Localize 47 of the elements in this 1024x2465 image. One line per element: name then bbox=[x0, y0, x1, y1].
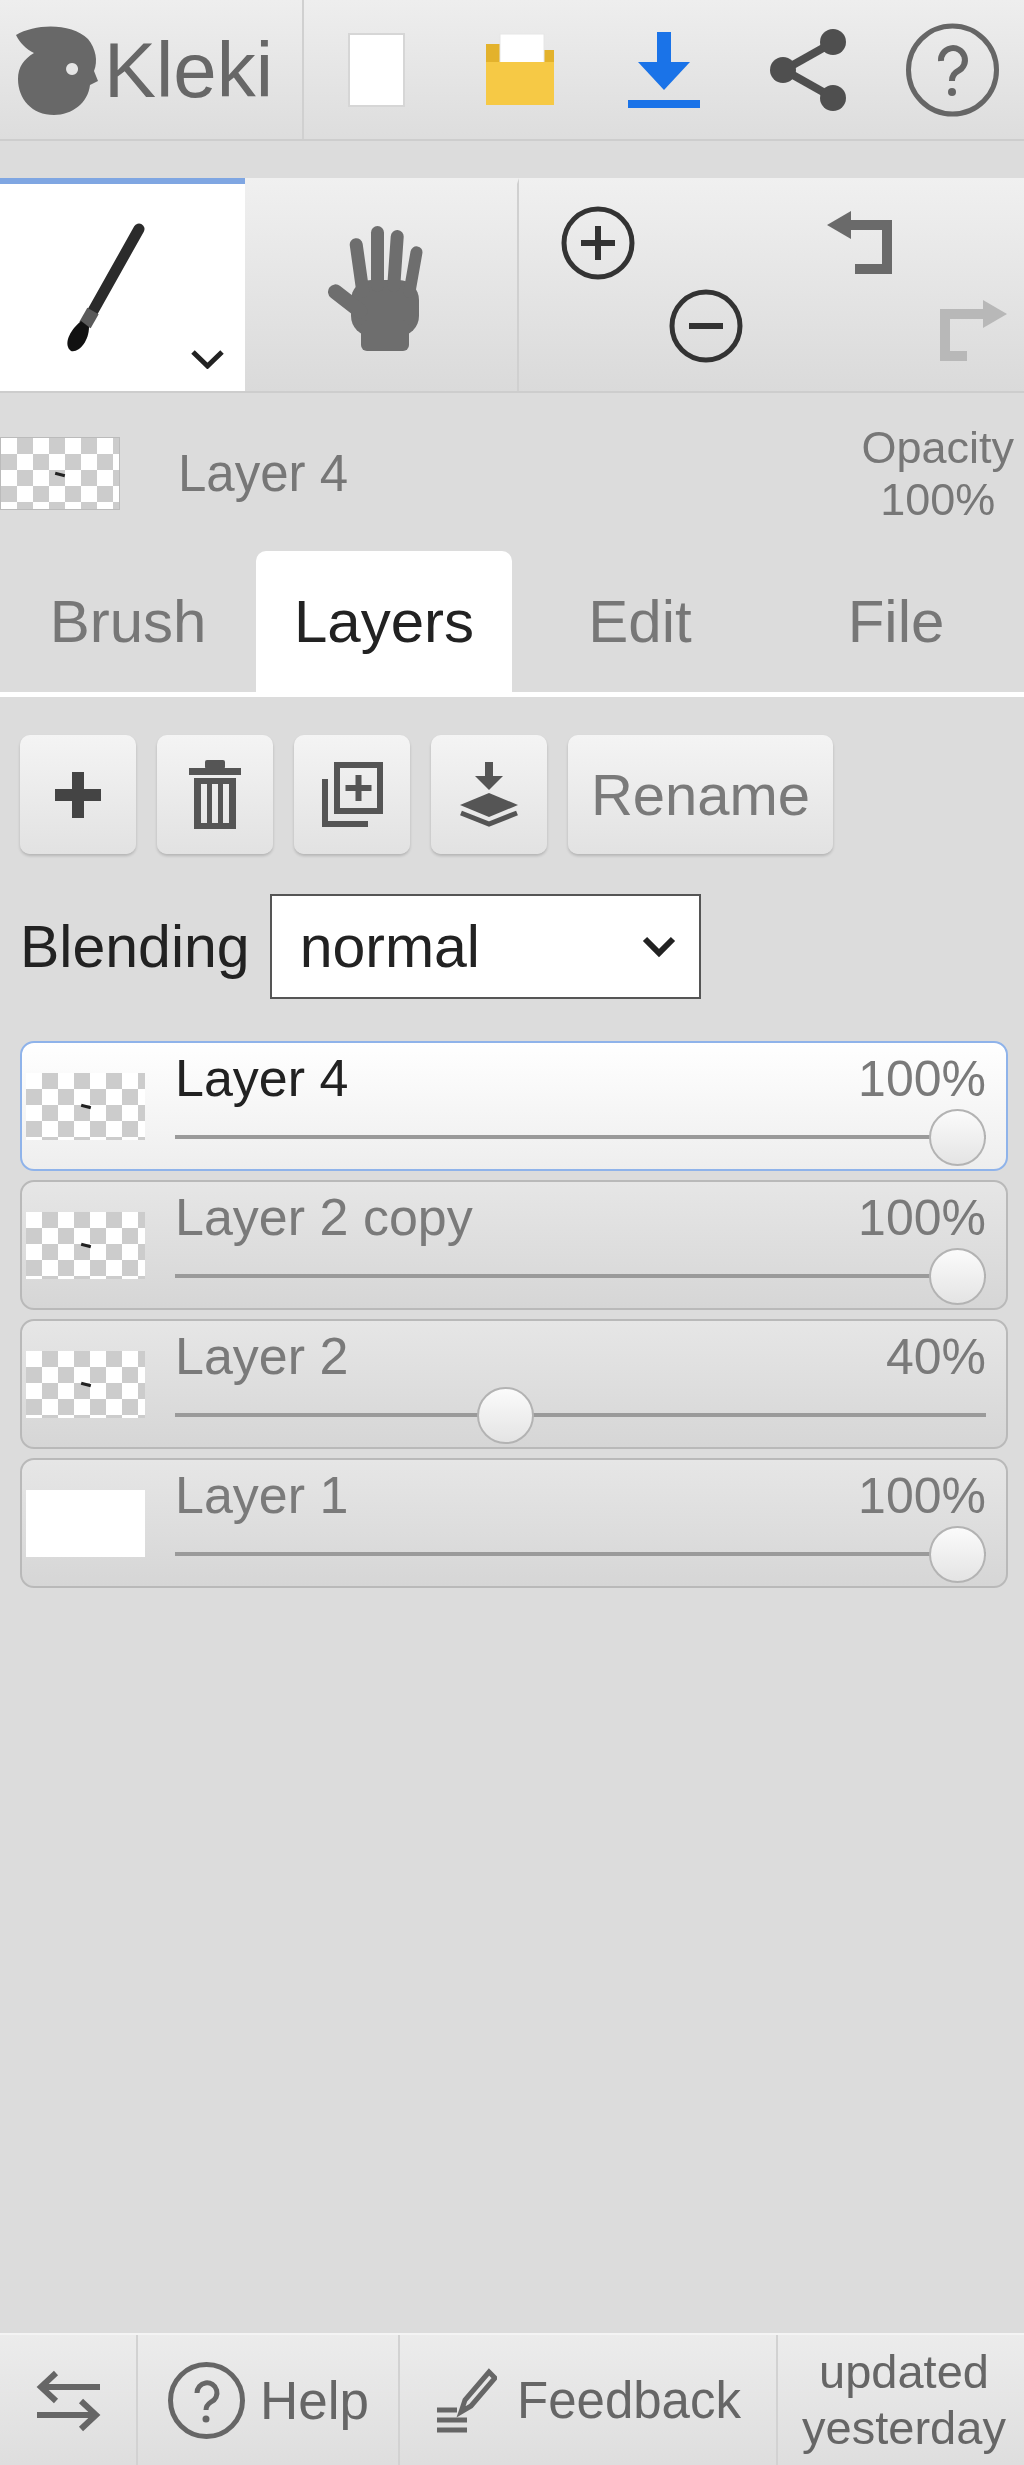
app-name: Kleki bbox=[104, 30, 274, 109]
help-icon[interactable] bbox=[904, 22, 1000, 117]
opacity-value: 100% bbox=[858, 1466, 986, 1526]
layer-name: Layer 4 bbox=[178, 444, 349, 503]
layer-name: Layer 2 bbox=[175, 1325, 349, 1387]
chevron-down-icon bbox=[640, 935, 677, 958]
blending-dropdown[interactable]: normal bbox=[269, 894, 701, 999]
layer-name: Layer 1 bbox=[175, 1464, 349, 1526]
duplicate-layer-button[interactable] bbox=[294, 735, 410, 854]
share-icon[interactable] bbox=[769, 28, 847, 111]
merge-layer-button[interactable] bbox=[431, 735, 547, 854]
tab[interactable]: Layers bbox=[256, 551, 512, 692]
tab[interactable]: Edit bbox=[512, 551, 768, 692]
zoom-out-icon[interactable] bbox=[667, 289, 745, 363]
download-icon[interactable] bbox=[628, 31, 700, 108]
slider-thumb[interactable] bbox=[929, 1108, 986, 1166]
opacity-value: 100% bbox=[858, 1188, 986, 1248]
opacity-value: 100% bbox=[880, 473, 996, 526]
help-button[interactable]: Help bbox=[138, 2335, 400, 2465]
brush-tool-button[interactable] bbox=[0, 178, 245, 391]
slider-thumb[interactable] bbox=[929, 1525, 986, 1583]
trash-icon bbox=[189, 760, 241, 829]
caret-icon bbox=[190, 349, 225, 369]
layer-item[interactable]: Layer 4 100% bbox=[20, 1041, 1008, 1171]
delete-layer-button[interactable] bbox=[157, 735, 273, 854]
merge-down-icon bbox=[458, 762, 520, 827]
layer-item[interactable]: Layer 2 40% bbox=[20, 1319, 1008, 1449]
rename-button[interactable]: Rename bbox=[568, 735, 833, 854]
opacity-value: 100% bbox=[858, 1049, 986, 1109]
zoom-in-icon[interactable] bbox=[559, 206, 637, 280]
help-icon bbox=[167, 2361, 246, 2439]
plus-icon bbox=[55, 771, 101, 818]
feedback-button[interactable]: Feedback bbox=[400, 2335, 778, 2465]
update-info-button[interactable]: updated yesterday bbox=[778, 2335, 1024, 2465]
tab[interactable]: Brush bbox=[0, 551, 256, 692]
duplicate-icon bbox=[320, 760, 384, 829]
tab[interactable]: File bbox=[768, 551, 1024, 692]
layer-name: Layer 4 bbox=[175, 1047, 349, 1109]
opacity-value: 40% bbox=[885, 1327, 986, 1387]
opacity-label: Opacity bbox=[861, 421, 1014, 474]
slider-thumb[interactable] bbox=[929, 1247, 986, 1305]
layer-item[interactable]: Layer 1 100% bbox=[20, 1458, 1008, 1588]
pencil-lines-icon bbox=[435, 2367, 497, 2433]
layer-item[interactable]: Layer 2 copy 100% bbox=[20, 1180, 1008, 1310]
add-layer-button[interactable] bbox=[20, 735, 136, 854]
layer-name: Layer 2 copy bbox=[175, 1186, 473, 1248]
blending-label: Blending bbox=[20, 912, 250, 981]
